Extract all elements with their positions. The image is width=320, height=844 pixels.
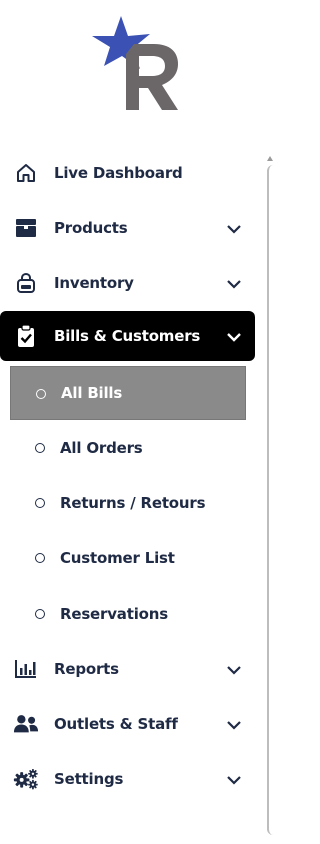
nav-item-live-dashboard[interactable]: Live Dashboard [0, 149, 255, 197]
sub-item-reservations[interactable]: Reservations [10, 587, 246, 641]
bag-icon [13, 271, 39, 295]
users-icon [13, 712, 39, 736]
nav-item-bills-customers[interactable]: Bills & Customers [0, 311, 255, 361]
scroll-up-arrow-icon[interactable] [266, 148, 274, 161]
nav-label-products: Products [54, 219, 128, 237]
chevron-down-icon[interactable] [226, 329, 242, 343]
home-icon [13, 161, 39, 185]
sub-item-returns[interactable]: Returns / Retours [10, 476, 246, 530]
sub-label: All Orders [60, 439, 143, 457]
nav-label-bills-customers: Bills & Customers [54, 327, 201, 345]
sub-item-all-orders[interactable]: All Orders [10, 421, 246, 475]
nav-label-inventory: Inventory [54, 274, 134, 292]
nav-label-settings: Settings [54, 770, 124, 788]
circle-icon [35, 498, 45, 508]
logo-icon [92, 16, 178, 110]
clipboard-check-icon [13, 324, 39, 348]
scrollbar[interactable] [267, 165, 275, 835]
brand-logo[interactable] [88, 14, 188, 114]
chevron-down-icon[interactable] [226, 772, 242, 786]
sub-item-customer-list[interactable]: Customer List [10, 531, 246, 585]
nav-label-reports: Reports [54, 660, 119, 678]
bar-chart-icon [13, 657, 39, 681]
sub-label: All Bills [61, 384, 123, 402]
nav-item-settings[interactable]: Settings [0, 755, 255, 803]
circle-icon [35, 443, 45, 453]
sub-item-all-bills[interactable]: All Bills [10, 366, 246, 420]
chevron-down-icon[interactable] [226, 717, 242, 731]
chevron-down-icon[interactable] [226, 276, 242, 290]
nav-item-reports[interactable]: Reports [0, 645, 255, 693]
gears-icon [13, 767, 39, 791]
circle-icon [36, 389, 46, 399]
nav-item-outlets-staff[interactable]: Outlets & Staff [0, 700, 255, 748]
nav-label-live-dashboard: Live Dashboard [54, 164, 183, 182]
sub-label: Customer List [60, 549, 175, 567]
nav-item-inventory[interactable]: Inventory [0, 259, 255, 307]
circle-icon [35, 553, 45, 563]
sub-label: Returns / Retours [60, 494, 206, 512]
sub-label: Reservations [60, 605, 168, 623]
circle-icon [35, 609, 45, 619]
chevron-down-icon[interactable] [226, 662, 242, 676]
nav-label-outlets-staff: Outlets & Staff [54, 715, 178, 733]
nav-item-products[interactable]: Products [0, 204, 255, 252]
box-icon [13, 216, 39, 240]
chevron-down-icon[interactable] [226, 221, 242, 235]
